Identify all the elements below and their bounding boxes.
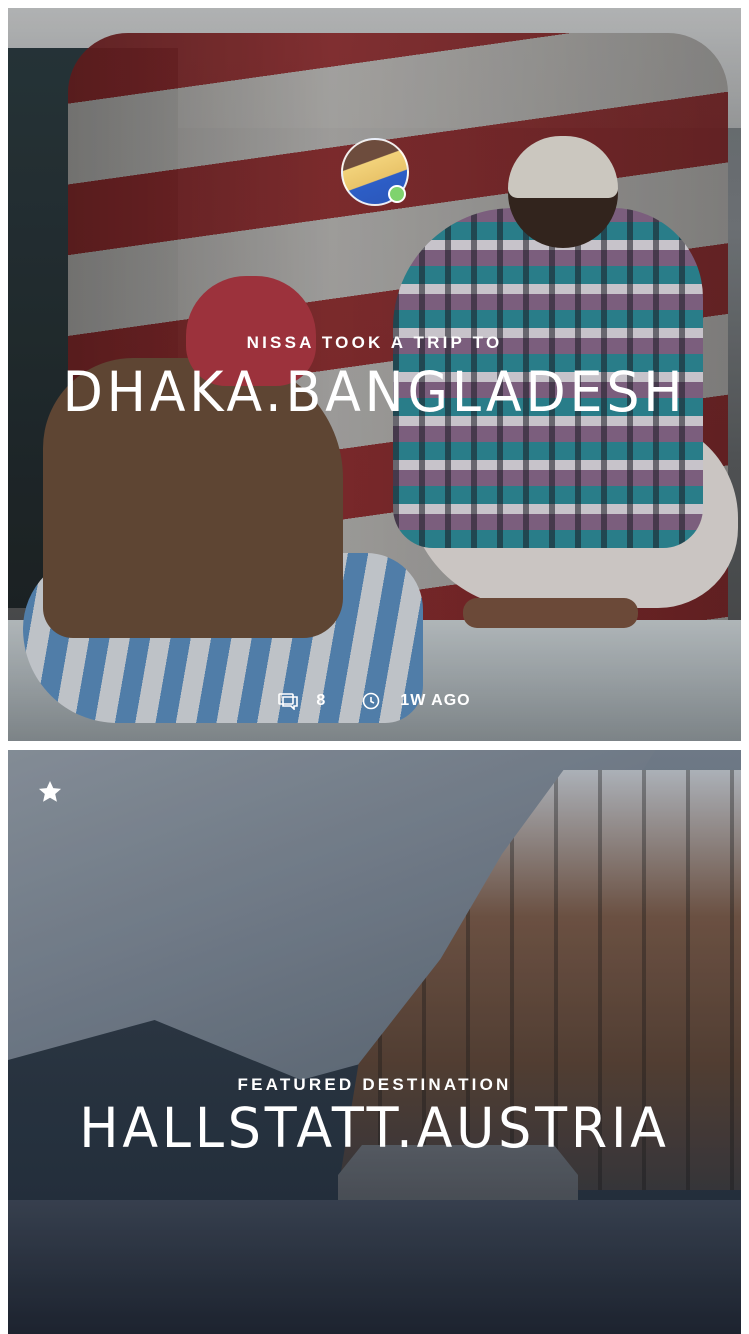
featured-destination-title[interactable]: HALLSTATT.AUSTRIA: [26, 1101, 722, 1156]
destination-cover-photo: [8, 750, 741, 1334]
featured-eyebrow: FEATURED DESTINATION: [237, 1075, 512, 1094]
featured-destination-card[interactable]: FEATURED DESTINATION HALLSTATT.AUSTRIA: [8, 750, 741, 1334]
time-meta: 1W AGO: [362, 692, 470, 710]
photo-dim-overlay: [8, 750, 741, 1334]
online-status-dot: [388, 185, 406, 203]
comments-meta[interactable]: 8: [278, 692, 326, 710]
trip-card-dhaka[interactable]: NISSA TOOK A TRIP TO DHAKA.BANGLADESH 8: [8, 8, 741, 741]
time-ago: 1W AGO: [400, 692, 471, 709]
trip-destination-title[interactable]: DHAKA.BANGLADESH: [26, 365, 722, 420]
comments-count: 8: [316, 692, 327, 709]
comment-bubble-icon: [278, 692, 299, 710]
trip-eyebrow: NISSA TOOK A TRIP TO: [246, 333, 503, 352]
clock-icon: [362, 692, 382, 710]
star-icon[interactable]: [37, 779, 63, 805]
trip-meta: 8 1W AGO: [8, 692, 741, 710]
trip-feed: NISSA TOOK A TRIP TO DHAKA.BANGLADESH 8: [0, 0, 749, 1334]
